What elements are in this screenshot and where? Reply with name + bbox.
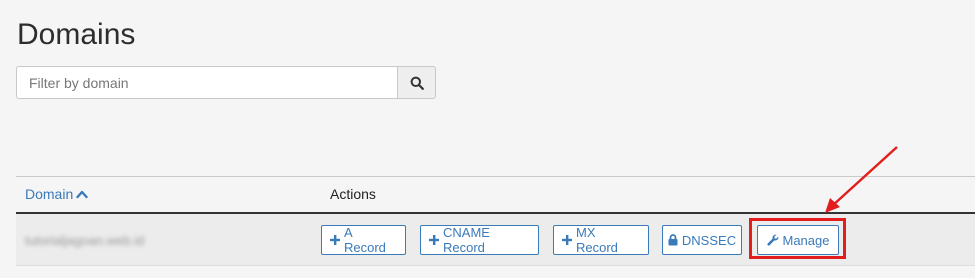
column-header-actions: Actions	[330, 186, 376, 202]
dnssec-label: DNSSEC	[681, 232, 737, 248]
domain-filter	[16, 66, 436, 99]
table-top-border	[16, 176, 975, 177]
add-cname-record-button[interactable]: CNAME Record	[420, 225, 539, 255]
add-a-record-label: A Record	[344, 225, 386, 255]
chevron-up-icon	[76, 189, 88, 199]
plus-icon	[429, 235, 439, 245]
dnssec-button[interactable]: DNSSEC	[662, 225, 742, 255]
search-input[interactable]	[16, 66, 397, 99]
search-button[interactable]	[397, 66, 436, 99]
column-header-domain-label: Domain	[25, 186, 74, 202]
column-header-domain[interactable]: Domain	[25, 186, 88, 202]
add-cname-record-label: CNAME Record	[443, 225, 490, 255]
plus-icon	[330, 235, 340, 245]
domain-name: tutorialjagoan.web.id	[25, 233, 145, 248]
manage-highlight-box	[749, 218, 846, 259]
lock-icon	[668, 234, 678, 246]
search-icon	[410, 76, 424, 90]
page-title: Domains	[17, 18, 136, 51]
plus-icon	[562, 235, 572, 245]
add-mx-record-label: MX Record	[576, 225, 618, 255]
add-a-record-button[interactable]: A Record	[321, 225, 406, 255]
add-mx-record-button[interactable]: MX Record	[553, 225, 649, 255]
